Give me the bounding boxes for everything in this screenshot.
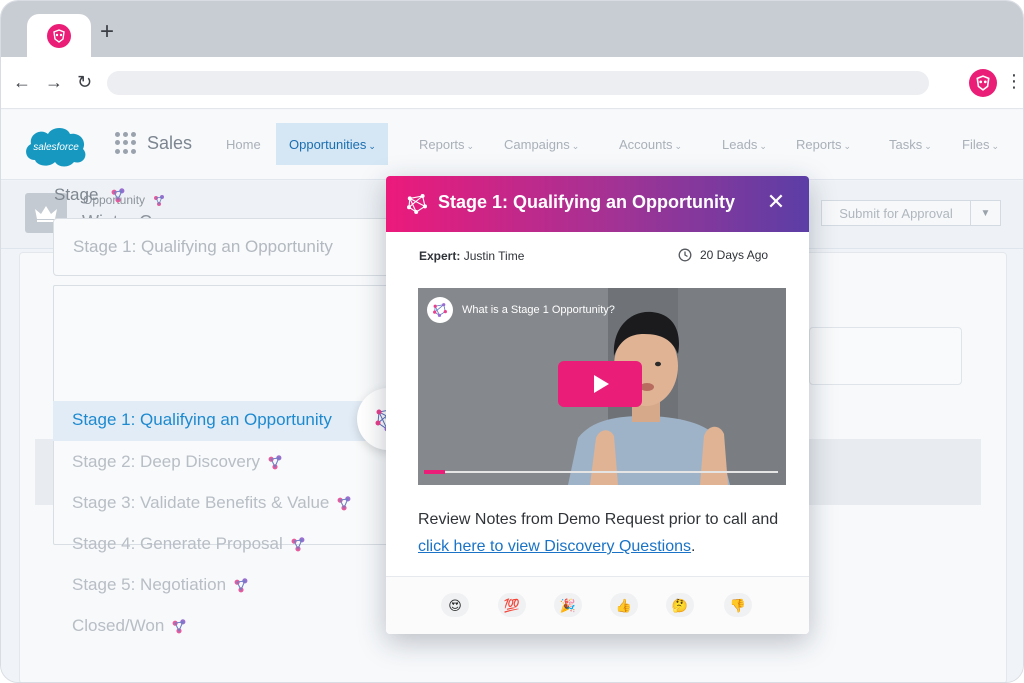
- nav-item-opportunities[interactable]: Opportunities ⌄: [276, 123, 388, 165]
- reaction-heart-eyes[interactable]: 😍: [441, 593, 469, 617]
- chevron-down-icon: ▼: [980, 207, 991, 219]
- walkme-hint-icon: [172, 618, 186, 633]
- walkme-network-icon: [407, 194, 427, 214]
- nav-item-campaigns[interactable]: Campaigns ⌄: [504, 137, 579, 152]
- play-button[interactable]: [558, 361, 642, 407]
- walkme-hint-icon: [154, 194, 165, 206]
- actions-dropdown-button[interactable]: ▼: [970, 200, 1001, 226]
- nav-item-tasks[interactable]: Tasks ⌄: [889, 137, 932, 152]
- stage-select-value: Stage 1: Qualifying an Opportunity: [73, 237, 333, 256]
- popup-body-text: Review Notes from Demo Request prior to …: [418, 511, 779, 555]
- video-title: What is a Stage 1 Opportunity?: [462, 304, 615, 316]
- smarttip-popup: Stage 1: Qualifying an Opportunity ✕ Exp…: [386, 176, 809, 634]
- walkme-hint-icon: [337, 495, 351, 510]
- walkme-hint-icon: [268, 454, 282, 469]
- popup-title: Stage 1: Qualifying an Opportunity: [438, 192, 736, 212]
- browser-window: + ← → ↻ ⋮ salesforce Sales Home Opportun…: [0, 0, 1024, 683]
- reaction-thumbs-down[interactable]: 👎: [724, 593, 752, 617]
- video-progress-fill: [424, 470, 446, 474]
- reactions-bar: 😍 💯 🎉 👍 🤔 👎: [386, 576, 809, 634]
- stage-field-label: Stage: [54, 185, 127, 205]
- time-ago-text: 20 Days Ago: [700, 248, 769, 262]
- chevron-down-icon: ⌄: [368, 141, 376, 151]
- browser-toolbar: ← → ↻ ⋮: [1, 57, 1023, 109]
- submit-for-approval-button[interactable]: Submit for Approval: [821, 200, 971, 226]
- back-button[interactable]: ←: [13, 72, 31, 92]
- expert-line: Expert: Justin Time: [419, 249, 524, 263]
- video-progress-bar[interactable]: [424, 470, 778, 474]
- forward-button[interactable]: →: [45, 72, 63, 92]
- reaction-party[interactable]: 🎉: [554, 593, 582, 617]
- walkme-extension-icon[interactable]: [969, 69, 997, 97]
- global-header: salesforce Sales Home Opportunities ⌄ Rep…: [1, 110, 1023, 180]
- close-icon[interactable]: ✕: [766, 190, 786, 214]
- app-launcher-icon[interactable]: [115, 132, 137, 154]
- play-icon: [594, 375, 609, 393]
- discovery-questions-link[interactable]: click here to view Discovery Questions: [418, 538, 691, 555]
- reload-button[interactable]: ↻: [77, 72, 92, 92]
- salesforce-logo[interactable]: salesforce: [23, 124, 89, 168]
- chevron-down-icon: ⌄: [843, 141, 852, 151]
- chevron-down-icon: ⌄: [991, 141, 999, 151]
- expert-label: Expert:: [419, 249, 461, 263]
- walkme-owl-icon: [47, 24, 71, 48]
- walkme-hint-icon: [111, 187, 125, 202]
- popup-header: Stage 1: Qualifying an Opportunity ✕: [386, 176, 809, 232]
- chevron-down-icon: ⌄: [571, 141, 580, 151]
- browser-tab[interactable]: [27, 14, 91, 58]
- chevron-down-icon: ⌄: [674, 141, 683, 151]
- salesforce-logo-text: salesforce: [33, 142, 79, 153]
- nav-item-home[interactable]: Home: [226, 137, 261, 152]
- app-name: Sales: [147, 133, 193, 153]
- reaction-hundred[interactable]: 💯: [498, 593, 526, 617]
- nav-item-reports-2[interactable]: Reports ⌄: [796, 137, 851, 152]
- clock-icon: [678, 248, 692, 262]
- nav-item-files[interactable]: Files ⌄: [962, 137, 999, 152]
- new-tab-button[interactable]: +: [100, 20, 114, 44]
- expert-name: Justin Time: [463, 249, 525, 263]
- time-ago: 20 Days Ago: [678, 248, 768, 262]
- chevron-down-icon: ⌄: [759, 141, 767, 151]
- tab-strip: +: [1, 1, 1023, 58]
- nav-item-leads[interactable]: Leads ⌄: [722, 137, 767, 152]
- nav-item-accounts[interactable]: Accounts ⌄: [619, 137, 682, 152]
- walkme-network-icon: [427, 297, 453, 323]
- reaction-thumbs-up[interactable]: 👍: [610, 593, 638, 617]
- reaction-thinking[interactable]: 🤔: [666, 593, 694, 617]
- video-player[interactable]: What is a Stage 1 Opportunity?: [418, 288, 786, 485]
- chevron-down-icon: ⌄: [466, 141, 475, 151]
- address-bar[interactable]: [107, 71, 929, 95]
- field-box: [809, 327, 962, 385]
- browser-menu-button[interactable]: ⋮: [1005, 71, 1023, 91]
- chevron-down-icon: ⌄: [924, 141, 932, 151]
- walkme-hint-icon: [291, 536, 305, 551]
- nav-item-reports[interactable]: Reports ⌄: [419, 137, 474, 152]
- walkme-hint-icon: [234, 577, 248, 592]
